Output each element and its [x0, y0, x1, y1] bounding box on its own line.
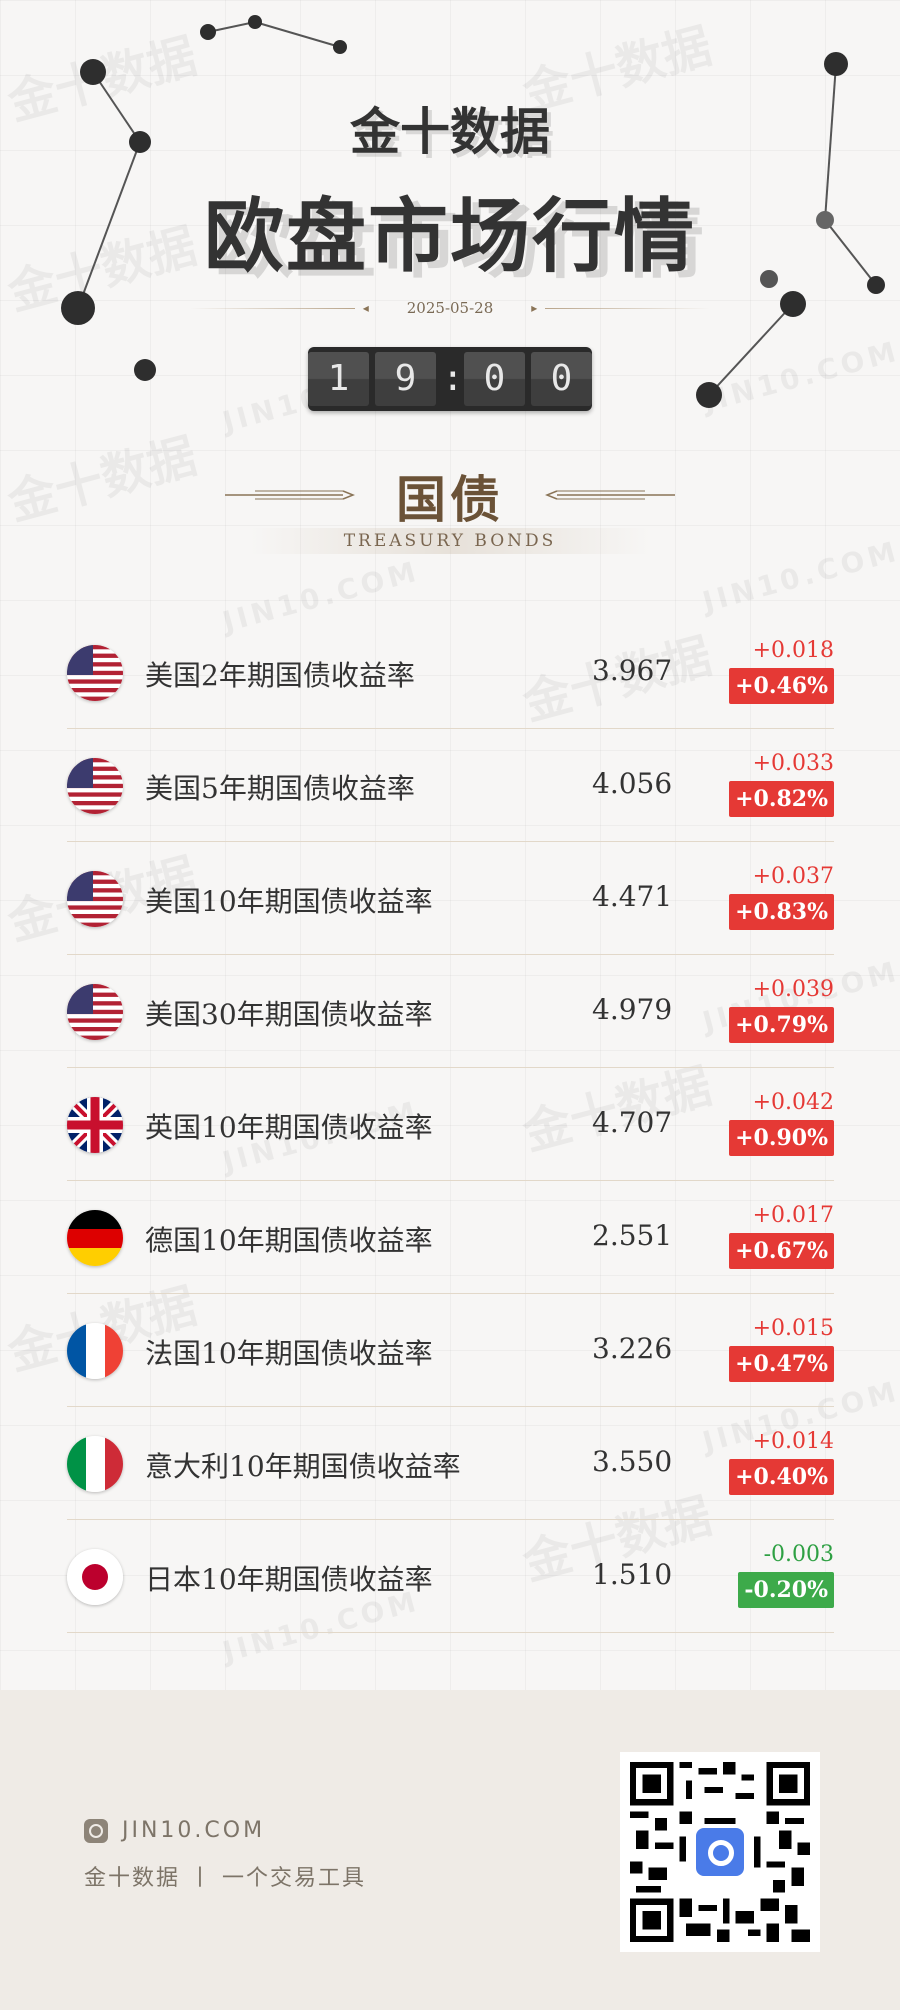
- bond-name: 美国5年期国债收益率: [145, 772, 415, 805]
- divider-line: [545, 307, 711, 309]
- bond-row[interactable]: 美国2年期国债收益率 3.967 +0.018 +0.46%: [67, 616, 834, 729]
- us-flag-icon: [67, 871, 123, 927]
- us-flag-icon: [67, 758, 123, 814]
- bond-row[interactable]: 美国5年期国债收益率 4.056 +0.033 +0.82%: [67, 729, 834, 842]
- bond-change: +0.039: [752, 977, 834, 1002]
- section-subtitle: TREASURY BONDS: [250, 528, 650, 554]
- page-title: 欧盘市场行情: [204, 190, 696, 283]
- bond-change: +0.015: [752, 1316, 834, 1341]
- date-row: ◂ 2025-05-28 ▸: [190, 298, 711, 318]
- italy-flag-icon: [67, 1436, 123, 1492]
- germany-flag-icon: [67, 1210, 123, 1266]
- us-flag-icon: [67, 645, 123, 701]
- bond-change: -0.003: [763, 1542, 834, 1567]
- us-flag-icon: [67, 984, 123, 1040]
- section-deco-left-icon: [225, 490, 355, 500]
- bond-change-percent: +0.67%: [729, 1233, 834, 1269]
- bond-name: 日本10年期国债收益率: [145, 1563, 433, 1596]
- bond-yield: 3.226: [592, 1332, 673, 1365]
- bond-name: 德国10年期国债收益率: [145, 1224, 433, 1257]
- bond-yield: 4.056: [592, 767, 673, 800]
- section-header: 国债 TREASURY BONDS: [0, 460, 900, 554]
- jin10-logo-icon: [84, 1818, 108, 1843]
- bond-name: 美国10年期国债收益率: [145, 885, 433, 918]
- bond-change: +0.033: [752, 751, 834, 776]
- bond-yield: 4.471: [592, 880, 673, 913]
- arrow-left-icon: ◂: [362, 301, 369, 315]
- bond-change: +0.037: [752, 864, 834, 889]
- bond-change: +0.014: [752, 1429, 834, 1454]
- site-link[interactable]: JIN10.COM: [84, 1818, 265, 1843]
- time-display: 1 9 : 0 0: [308, 347, 592, 411]
- divider-line: [190, 307, 355, 309]
- bond-change-percent: +0.40%: [729, 1459, 834, 1495]
- date-label: 2025-05-28: [406, 299, 494, 317]
- qr-code-icon[interactable]: [620, 1752, 820, 1952]
- section-title: 国债: [396, 471, 504, 529]
- bond-yield: 2.551: [592, 1219, 673, 1252]
- bond-change-percent: +0.82%: [729, 781, 834, 817]
- bond-name: 英国10年期国债收益率: [145, 1111, 433, 1144]
- bond-change-percent: +0.79%: [729, 1007, 834, 1043]
- bond-row[interactable]: 美国30年期国债收益率 4.979 +0.039 +0.79%: [67, 955, 834, 1068]
- bond-change: +0.042: [752, 1090, 834, 1115]
- bond-yield: 1.510: [592, 1558, 673, 1591]
- japan-flag-icon: [67, 1549, 123, 1605]
- bond-change-percent: +0.83%: [729, 894, 834, 930]
- time-digit: 9: [375, 352, 436, 406]
- bond-change-percent: -0.20%: [738, 1572, 834, 1608]
- bond-name: 美国30年期国债收益率: [145, 998, 433, 1031]
- bond-yield: 3.967: [592, 654, 673, 687]
- bond-row[interactable]: 美国10年期国债收益率 4.471 +0.037 +0.83%: [67, 842, 834, 955]
- slogan: 金十数据 丨 一个交易工具: [84, 1866, 366, 1891]
- bond-change-percent: +0.46%: [729, 668, 834, 704]
- time-digit: 0: [464, 352, 525, 406]
- brand-title: 金十数据: [350, 103, 550, 161]
- bond-row[interactable]: 日本10年期国债收益率 1.510 -0.003 -0.20%: [67, 1520, 834, 1633]
- bond-name: 美国2年期国债收益率: [145, 659, 415, 692]
- bond-row[interactable]: 意大利10年期国债收益率 3.550 +0.014 +0.40%: [67, 1407, 834, 1520]
- bond-name: 法国10年期国债收益率: [145, 1337, 433, 1370]
- bond-change: +0.018: [752, 638, 834, 663]
- bond-yield: 4.707: [592, 1106, 673, 1139]
- app-logo-icon: [692, 1824, 748, 1880]
- time-colon: :: [442, 358, 464, 399]
- uk-flag-icon: [67, 1097, 123, 1153]
- bond-row[interactable]: 英国10年期国债收益率 4.707 +0.042 +0.90%: [67, 1068, 834, 1181]
- bond-yield: 4.979: [592, 993, 673, 1026]
- bond-change: +0.017: [752, 1203, 834, 1228]
- arrow-right-icon: ▸: [531, 301, 538, 315]
- france-flag-icon: [67, 1323, 123, 1379]
- bond-row[interactable]: 德国10年期国债收益率 2.551 +0.017 +0.67%: [67, 1181, 834, 1294]
- bond-change-percent: +0.90%: [729, 1120, 834, 1156]
- bond-row[interactable]: 法国10年期国债收益率 3.226 +0.015 +0.47%: [67, 1294, 834, 1407]
- bond-list: 美国2年期国债收益率 3.967 +0.018 +0.46% 美国5年期国债收益…: [67, 616, 834, 1633]
- bond-yield: 3.550: [592, 1445, 673, 1478]
- bond-name: 意大利10年期国债收益率: [145, 1450, 461, 1483]
- footer: JIN10.COM 金十数据 丨 一个交易工具: [0, 1690, 900, 2010]
- time-digit: 0: [531, 352, 592, 406]
- section-deco-right-icon: [545, 490, 675, 500]
- time-digit: 1: [308, 352, 369, 406]
- site-url: JIN10.COM: [122, 1818, 266, 1843]
- bond-change-percent: +0.47%: [729, 1346, 834, 1382]
